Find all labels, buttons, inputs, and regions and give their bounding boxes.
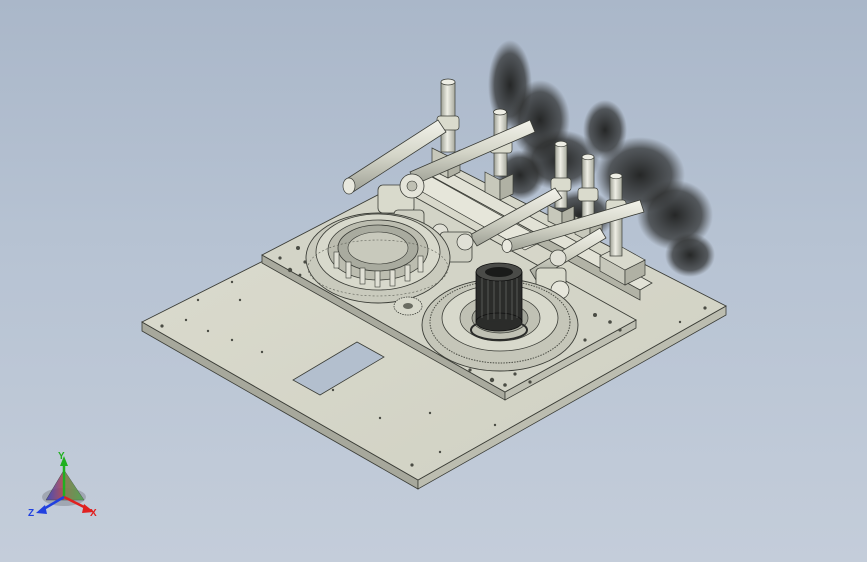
z-axis-arrow bbox=[36, 505, 47, 514]
x-axis-label: X bbox=[90, 508, 97, 519]
cad-viewport[interactable]: Y X Z bbox=[0, 0, 867, 562]
z-axis-label: Z bbox=[28, 508, 34, 519]
left-rotary-bowl[interactable] bbox=[305, 212, 451, 304]
orientation-triad[interactable]: Y X Z bbox=[28, 451, 97, 519]
y-axis-label: Y bbox=[58, 451, 65, 462]
idler-gear[interactable] bbox=[393, 296, 423, 316]
